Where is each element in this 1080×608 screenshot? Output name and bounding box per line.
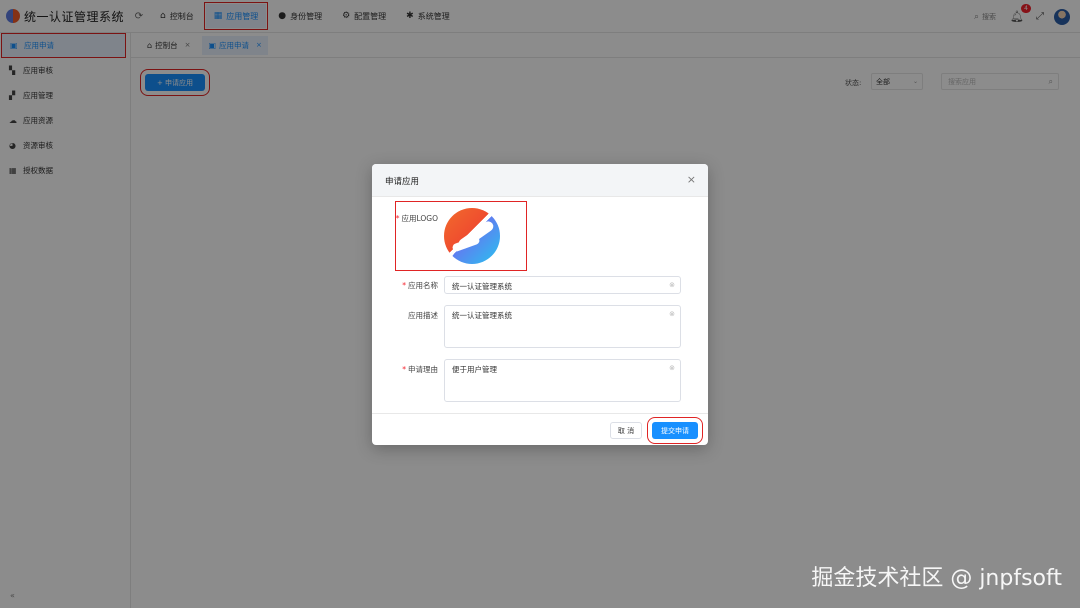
apply-reason-field[interactable]: 便于用户管理 ⊗	[444, 359, 681, 402]
app-desc-field[interactable]: 统一认证管理系统 ⊗	[444, 305, 681, 348]
apply-app-dialog: 申请应用 × * 应用LOGO * 应用名称 统一认证管理系统 ⊗ 应用描述 统一认…	[372, 164, 708, 445]
logo-label: * 应用LOGO	[395, 214, 438, 223]
app-logo-upload[interactable]	[444, 208, 500, 264]
clear-icon[interactable]: ⊗	[669, 310, 675, 318]
reason-label: * 申请理由	[402, 365, 438, 374]
required-mark: *	[402, 365, 406, 374]
dialog-footer: 取 消 提交申请	[372, 413, 708, 445]
dialog-header: 申请应用 ×	[372, 164, 708, 197]
watermark: 掘金技术社区 @ jnpfsoft	[811, 566, 1062, 591]
cancel-button[interactable]: 取 消	[610, 422, 642, 439]
dialog-title: 申请应用	[385, 177, 420, 187]
clear-icon[interactable]: ⊗	[669, 364, 675, 372]
required-mark: *	[402, 281, 406, 290]
app-name-field[interactable]: 统一认证管理系统 ⊗	[444, 276, 681, 294]
name-label: * 应用名称	[402, 281, 438, 290]
desc-label: 应用描述	[408, 311, 438, 320]
required-mark: *	[395, 214, 400, 223]
close-icon[interactable]: ×	[687, 173, 696, 186]
clear-icon[interactable]: ⊗	[669, 281, 675, 289]
submit-button[interactable]: 提交申请	[647, 417, 703, 444]
